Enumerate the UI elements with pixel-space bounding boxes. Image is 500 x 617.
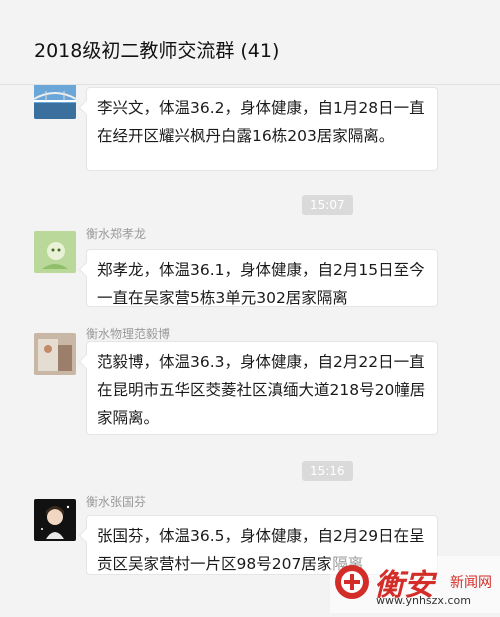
- sender-name: 衡水物理范毅博: [86, 327, 171, 341]
- message-text: 范毅博，体温36.3，身体健康，自2月22日一直在昆明市五华区茭菱社区滇缅大道2…: [97, 353, 426, 427]
- message-bubble[interactable]: 范毅博，体温36.3，身体健康，自2月22日一直在昆明市五华区茭菱社区滇缅大道2…: [86, 341, 438, 435]
- message-bubble[interactable]: 郑孝龙，体温36.1，身体健康，自2月15日至今一直在吴家营5栋3单元302居家…: [86, 249, 438, 307]
- message-text: 李兴文，体温36.2，身体健康，自1月28日一直在经开区耀兴枫丹白露16栋203…: [97, 99, 425, 145]
- avatar-bridge[interactable]: [34, 85, 76, 119]
- group-title: 2018级初二教师交流群 (41): [34, 40, 280, 62]
- timestamp: 15:16: [302, 461, 353, 481]
- timestamp: 15:07: [302, 195, 353, 215]
- avatar-cartoon[interactable]: [34, 231, 76, 273]
- avatar-photo[interactable]: [34, 333, 76, 375]
- avatar-anime[interactable]: [34, 499, 76, 541]
- message-text: 郑孝龙，体温36.1，身体健康，自2月15日至今一直在吴家营5栋3单元302居家…: [97, 261, 425, 307]
- watermark-site-name: 新闻网: [450, 575, 492, 591]
- watermark-url: www.ynhszx.com: [376, 594, 471, 607]
- message-bubble[interactable]: 李兴文，体温36.2，身体健康，自1月28日一直在经开区耀兴枫丹白露16栋203…: [86, 87, 438, 171]
- message-list[interactable]: 李兴文，体温36.2，身体健康，自1月28日一直在经开区耀兴枫丹白露16栋203…: [0, 85, 500, 613]
- sender-name: 衡水张国芬: [86, 495, 147, 509]
- chat-header: 2018级初二教师交流群 (41): [0, 0, 500, 85]
- sender-name: 衡水郑孝龙: [86, 227, 147, 241]
- site-watermark: 衡安 新闻网 www.ynhszx.com: [330, 556, 500, 613]
